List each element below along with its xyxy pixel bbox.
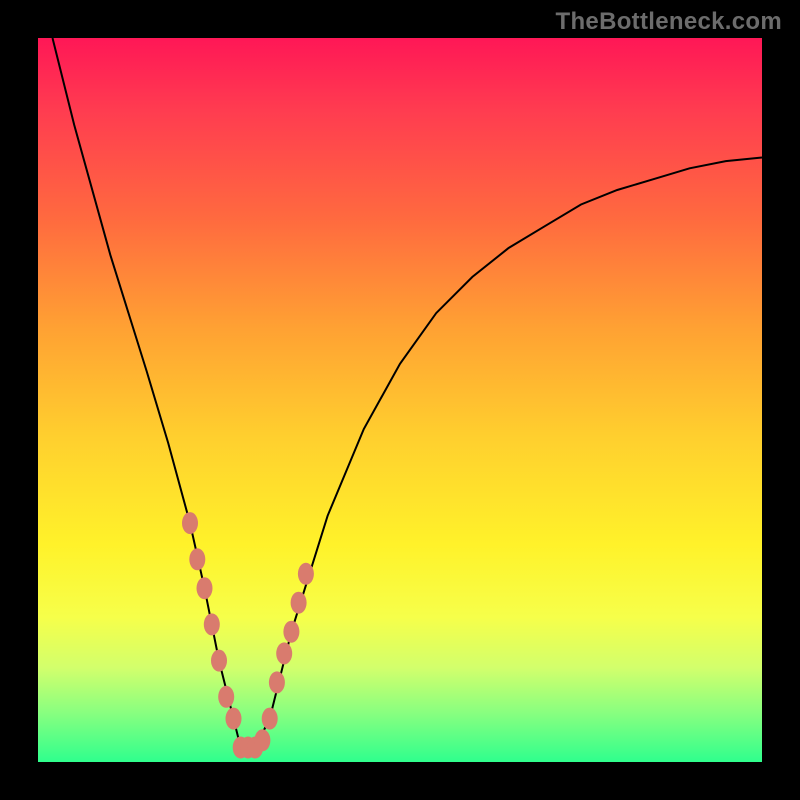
bottleneck-curve xyxy=(53,38,763,748)
curve-marker xyxy=(298,563,314,585)
curve-marker xyxy=(204,613,220,635)
curve-marker xyxy=(269,671,285,693)
curve-marker xyxy=(218,686,234,708)
curve-marker xyxy=(254,729,270,751)
plot-area xyxy=(38,38,762,762)
curve-marker xyxy=(197,577,213,599)
marker-group xyxy=(182,512,314,758)
curve-marker xyxy=(226,708,242,730)
curve-marker xyxy=(283,621,299,643)
curve-marker xyxy=(276,642,292,664)
chart-svg xyxy=(38,38,762,762)
curve-marker xyxy=(291,592,307,614)
watermark-text: TheBottleneck.com xyxy=(556,8,782,36)
curve-marker xyxy=(211,650,227,672)
curve-marker xyxy=(189,548,205,570)
curve-marker xyxy=(182,512,198,534)
chart-stage: TheBottleneck.com xyxy=(0,0,800,800)
curve-marker xyxy=(262,708,278,730)
